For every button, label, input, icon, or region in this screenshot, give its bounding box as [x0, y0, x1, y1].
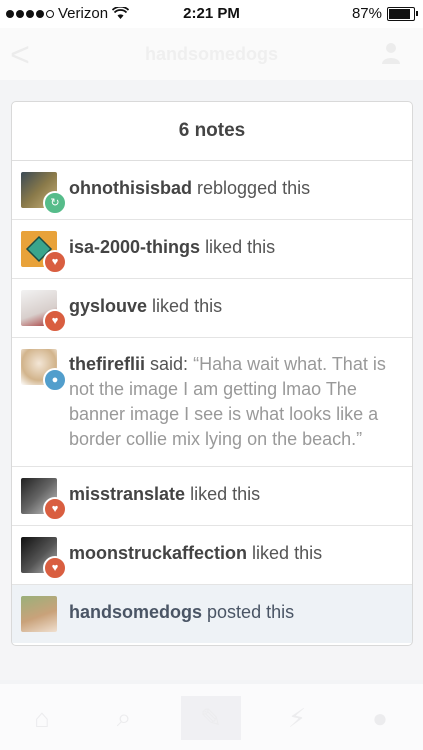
note-action: liked this	[152, 296, 223, 316]
notes-modal: 6 notes ↻ ohnothisisbad reblogged this ♥…	[11, 101, 413, 646]
note-username[interactable]: ohnothisisbad	[69, 178, 192, 198]
account-icon[interactable]: ●	[360, 698, 400, 738]
note-username[interactable]: gyslouve	[69, 296, 147, 316]
blog-title: handsomedogs	[144, 44, 278, 64]
heart-icon: ♥	[43, 556, 67, 580]
note-row[interactable]: ♥ isa-2000-things liked this	[12, 220, 412, 279]
battery-icon	[387, 6, 418, 21]
follow-user-icon[interactable]	[381, 42, 401, 64]
tab-bar: ⌂ ⌕ ✎ ⚡ ●	[0, 684, 423, 750]
note-action: said:	[150, 354, 189, 374]
compose-icon[interactable]: ✎	[181, 696, 241, 740]
note-username[interactable]: thefireflii	[69, 354, 145, 374]
note-action: liked this	[205, 237, 276, 257]
note-row[interactable]: ● thefireflii said: “Haha wait what. Tha…	[12, 338, 412, 467]
note-username[interactable]: handsomedogs	[69, 602, 202, 622]
reblog-icon: ↻	[43, 191, 67, 215]
note-username[interactable]: misstranslate	[69, 484, 185, 504]
battery-percent: 87%	[351, 5, 382, 22]
note-row-original-post[interactable]: handsomedogs posted this	[12, 585, 412, 643]
note-row[interactable]: ♥ moonstruckaffection liked this	[12, 526, 412, 585]
note-action: reblogged this	[197, 178, 311, 198]
note-action: posted this	[207, 602, 295, 622]
note-action: liked this	[190, 484, 261, 504]
reply-bubble-icon: ●	[43, 368, 67, 392]
search-icon[interactable]: ⌕	[104, 698, 144, 738]
note-username[interactable]: isa-2000-things	[69, 237, 200, 257]
status-bar: Verizon 2:21 PM 87%	[0, 0, 423, 28]
notes-count-title: 6 notes	[12, 102, 412, 161]
heart-icon: ♥	[43, 497, 67, 521]
home-icon[interactable]: ⌂	[22, 698, 62, 738]
note-action: liked this	[252, 543, 323, 563]
blog-nav-bar: < handsomedogs	[0, 28, 423, 80]
note-row[interactable]: ♥ gyslouve liked this	[12, 279, 412, 338]
heart-icon: ♥	[43, 309, 67, 333]
heart-icon: ♥	[43, 250, 67, 274]
note-row[interactable]: ↻ ohnothisisbad reblogged this	[12, 161, 412, 220]
battery-indicator: 87%	[351, 5, 418, 22]
activity-icon[interactable]: ⚡	[277, 698, 317, 738]
note-username[interactable]: moonstruckaffection	[69, 543, 247, 563]
avatar[interactable]	[21, 596, 57, 632]
note-row[interactable]: ♥ misstranslate liked this	[12, 467, 412, 526]
